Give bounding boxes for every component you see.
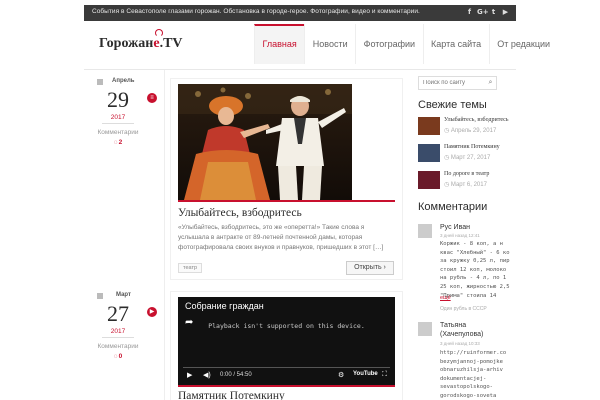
- comments-count-link[interactable]: ◌2: [88, 139, 148, 146]
- comment-line: за кружку 0,25 л, пир: [440, 258, 510, 265]
- recent-topic-item[interactable]: Улыбайтесь, взбодритесь ◷ Апрель 29, 201…: [418, 117, 509, 137]
- video-message: Playback isn't supported on this device.: [208, 322, 365, 330]
- site-logo[interactable]: Горожане.TV: [99, 36, 183, 52]
- comment-line: bezymjannoj-pomojke: [440, 358, 503, 365]
- video-title[interactable]: Собрание граждан: [185, 301, 264, 311]
- comment-line: http://ruinformer.co: [440, 350, 507, 356]
- header-divider: [84, 69, 516, 70]
- logo-accent: е: [153, 36, 160, 51]
- comment-time: 3 дней назад 12:41: [440, 233, 480, 238]
- open-post-label: Открыть: [354, 264, 382, 271]
- site-tagline: События в Севастополе глазами горожан. О…: [92, 8, 420, 15]
- comment-line: sevastopolskogo-: [440, 384, 493, 391]
- recent-topics-title: Свежие темы: [418, 99, 487, 111]
- comments-label: Комментарии: [97, 129, 139, 136]
- post-tag[interactable]: театр: [178, 263, 203, 273]
- recent-topic-title[interactable]: Улыбайтесь, взбодритесь: [444, 117, 509, 123]
- nav-item-photos[interactable]: Фотографии: [355, 24, 422, 64]
- avatar[interactable]: [418, 224, 432, 238]
- youtube-icon[interactable]: ▶: [501, 8, 510, 17]
- comment-line: 25 коп, жирностью 2,5: [440, 284, 510, 290]
- comments-title: Комментарии: [418, 201, 488, 213]
- youtube-logo[interactable]: YouTube: [353, 371, 378, 377]
- recent-topic-item[interactable]: Памятник Потемкину ◷ Март 27, 2017: [418, 144, 508, 164]
- video-progress-bar[interactable]: [183, 367, 390, 368]
- comment-bubble-icon: ◌: [113, 139, 118, 146]
- top-bar: События в Севастополе глазами горожан. О…: [84, 5, 516, 21]
- comments-label: Комментарии: [97, 343, 139, 350]
- recent-topic-item[interactable]: По дороге в театр ◷ Март 6, 2017: [418, 171, 508, 191]
- recent-topic-thumb[interactable]: [418, 144, 440, 162]
- recent-topic-title[interactable]: По дороге в театр: [444, 171, 489, 177]
- comment-line: Коржик - 8 коп, а н: [440, 241, 503, 247]
- post-day: 29: [107, 87, 129, 112]
- comment-author-alias: (Хачепулова): [440, 331, 484, 338]
- calendar-icon: [97, 293, 103, 299]
- comment-line: стоил 12 коп, молоко: [440, 266, 507, 273]
- post-year: 2017: [110, 114, 126, 121]
- recent-topic-date: ◷ Март 6, 2017: [444, 182, 487, 188]
- comment-bubble-icon: ◌: [113, 353, 118, 360]
- post-day: 27: [107, 301, 129, 326]
- twitter-icon[interactable]: t: [489, 8, 498, 17]
- image-format-icon: ≡: [147, 93, 157, 103]
- comments-count-link[interactable]: ◌0: [88, 353, 148, 360]
- logo-text: Горожан: [99, 36, 154, 51]
- recent-topic-date: ◷ Апрель 29, 2017: [444, 128, 497, 134]
- comment-line: gorodskogo-soveta: [440, 393, 497, 399]
- video-time: 0:00 / 54:50: [220, 372, 252, 378]
- comment-author[interactable]: Татьяна: [440, 322, 466, 329]
- date-separator: [102, 337, 134, 338]
- nav-item-editorial[interactable]: От редакции: [488, 24, 558, 64]
- recent-topic-thumb[interactable]: [418, 117, 440, 135]
- comment-time: 3 дней назад 10:33: [440, 341, 480, 346]
- post-month: Апрель: [112, 78, 135, 84]
- video-player[interactable]: Собрание граждан ➦ Playback isn't suppor…: [178, 297, 395, 385]
- post-year: 2017: [110, 328, 126, 335]
- column-divider: [164, 70, 165, 400]
- image-accent-rule: [178, 200, 395, 202]
- comment-author[interactable]: Рус Иван: [440, 224, 470, 231]
- comments-count: 2: [118, 139, 123, 146]
- video-format-icon: ▶: [147, 307, 157, 317]
- chevron-right-icon: ›: [383, 264, 386, 271]
- logo-suffix: .TV: [159, 36, 183, 51]
- facebook-icon[interactable]: f: [465, 8, 474, 17]
- comment-post-link[interactable]: Один рубль в СССР: [440, 306, 487, 312]
- comment-more-link[interactable]: ещё: [440, 295, 451, 301]
- google-plus-icon[interactable]: G+: [477, 8, 489, 17]
- recent-topic-date: ◷ Март 27, 2017: [444, 155, 491, 161]
- video-accent-rule: [178, 385, 395, 387]
- date-separator: [102, 123, 134, 124]
- gear-icon[interactable]: ⚙: [338, 371, 344, 379]
- comment-line: obnaruzhilsja-arhiv: [440, 367, 503, 374]
- post-month: Март: [116, 292, 131, 298]
- recent-topic-thumb[interactable]: [418, 171, 440, 189]
- fullscreen-icon[interactable]: ⛶: [382, 371, 387, 379]
- nav-item-news[interactable]: Новости: [304, 24, 355, 64]
- search-icon[interactable]: ⌕: [485, 77, 496, 89]
- comments-count: 0: [118, 353, 123, 360]
- nav-item-home[interactable]: Главная: [254, 24, 305, 64]
- recent-topic-title[interactable]: Памятник Потемкину: [444, 144, 500, 150]
- comment-line: на рубль - 4 л, по 1: [440, 275, 507, 282]
- comment-line: квас "Хлебный" - 6 ко: [440, 249, 510, 256]
- avatar[interactable]: [418, 322, 432, 336]
- volume-icon[interactable]: ◀): [203, 371, 211, 379]
- play-icon[interactable]: ▶: [187, 371, 192, 379]
- main-nav: Главная Новости Фотографии Карта сайта О…: [254, 24, 558, 64]
- post-excerpt: «Улыбайтесь, взбодритесь, это же «оперет…: [178, 224, 384, 251]
- open-post-button[interactable]: Открыть ›: [346, 261, 394, 275]
- post-photo[interactable]: [178, 84, 352, 200]
- nav-item-sitemap[interactable]: Карта сайта: [422, 24, 489, 64]
- calendar-icon: [97, 79, 103, 85]
- post-title[interactable]: Улыбайтесь, взбодритесь: [178, 207, 302, 219]
- post-title[interactable]: Памятник Потемкину: [178, 390, 285, 400]
- comment-line: dokumentacjej-: [440, 375, 487, 382]
- stage-photo-illustration: [178, 84, 352, 200]
